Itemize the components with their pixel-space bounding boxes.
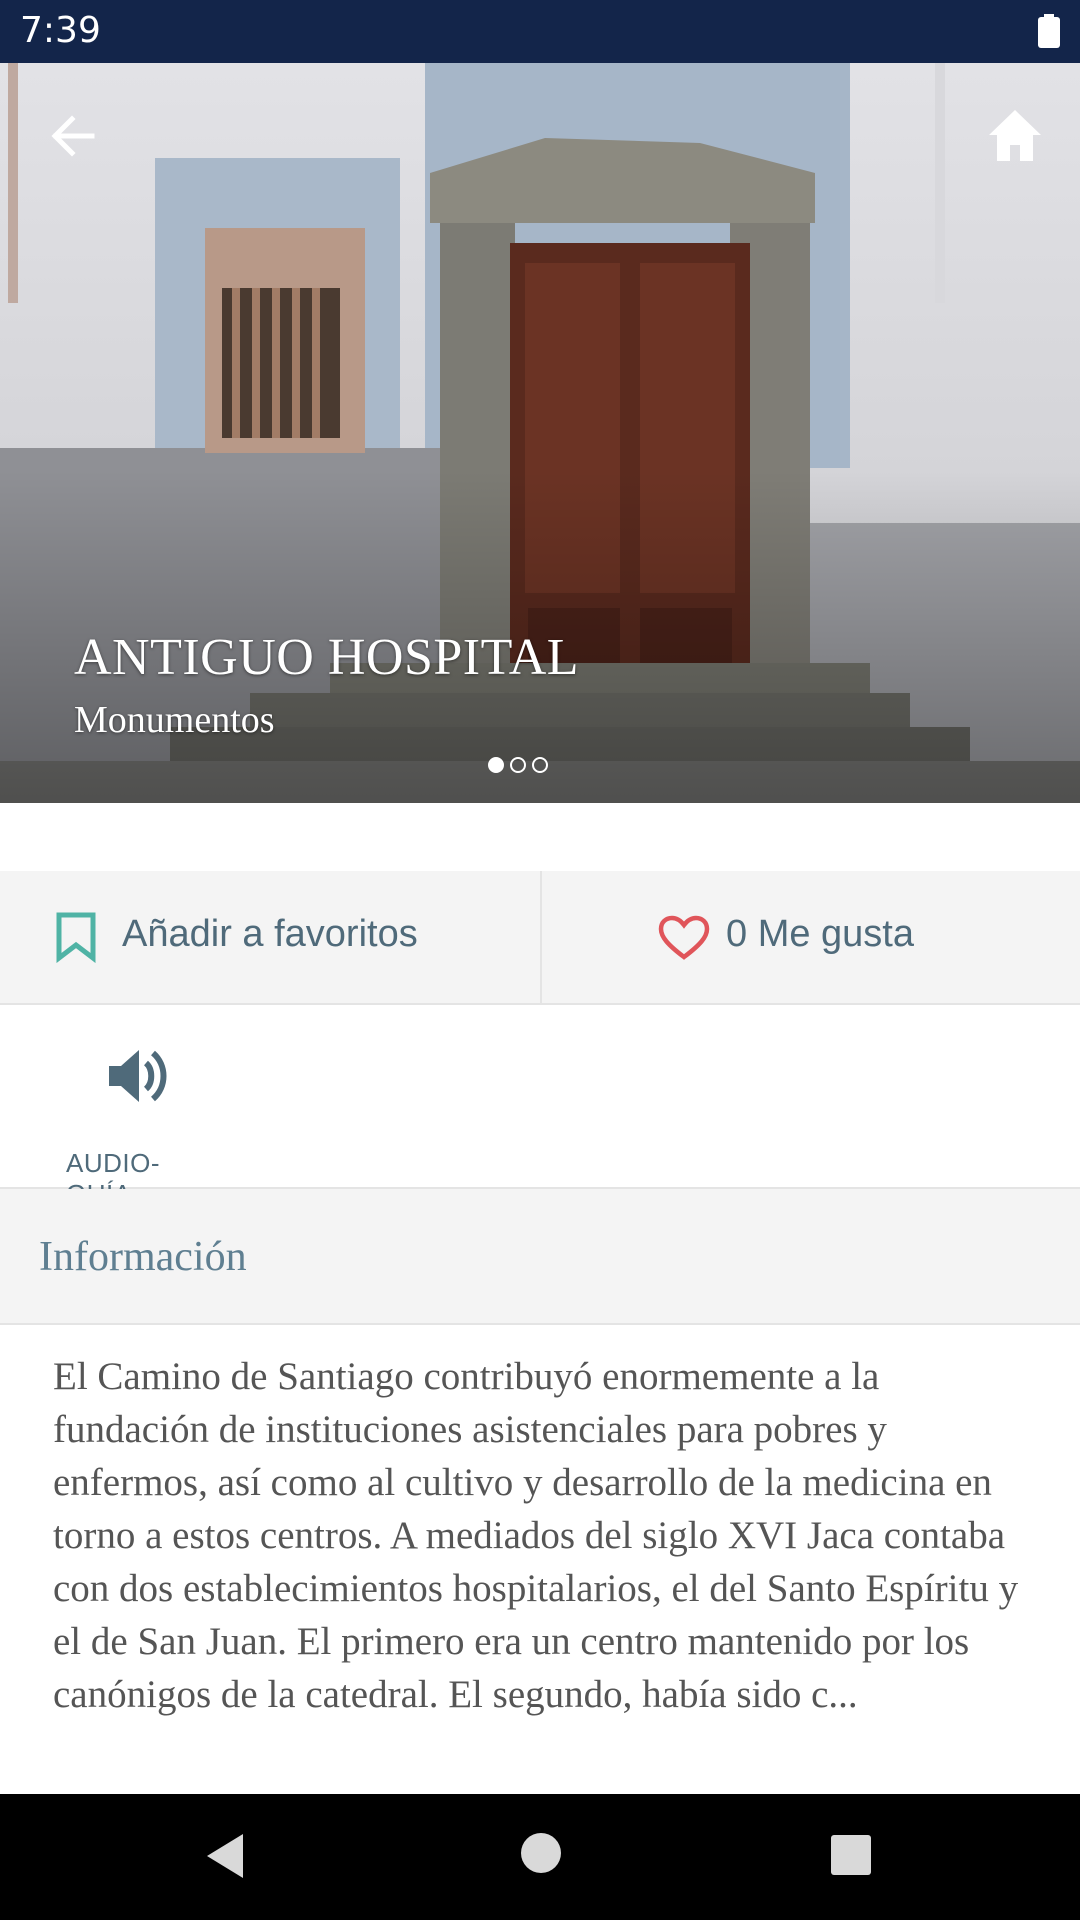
info-description: El Camino de Santiago contribuyó enormem… [53, 1355, 1019, 1716]
speaker-icon [109, 1050, 167, 1102]
audio-guide-button[interactable]: AUDIO-GUÍA [60, 1035, 220, 1209]
add-favorite-label: Añadir a favoritos [122, 913, 418, 955]
battery-icon [1038, 14, 1060, 48]
nav-home-icon[interactable] [519, 1831, 563, 1875]
heart-icon [658, 915, 710, 960]
place-title: ANTIGUO HOSPITAL [74, 629, 580, 686]
status-time: 7:39 [20, 10, 101, 51]
carousel-indicator [488, 757, 548, 773]
nav-back-icon[interactable] [203, 1831, 247, 1881]
like-button[interactable]: 0 Me gusta [542, 871, 1080, 1003]
hero-image-carousel[interactable]: ANTIGUO HOSPITAL Monumentos [0, 63, 1080, 803]
bookmark-icon [56, 912, 96, 963]
media-section: AUDIO-GUÍA [0, 1005, 1080, 1209]
system-nav-bar [0, 1794, 1080, 1920]
carousel-dot[interactable] [510, 757, 526, 773]
carousel-dot[interactable] [532, 757, 548, 773]
back-arrow-icon[interactable] [48, 111, 98, 161]
info-heading: Información [39, 1234, 247, 1280]
carousel-dot[interactable] [488, 757, 504, 773]
monument-photo [0, 63, 1080, 803]
info-section-header: Información [0, 1189, 1080, 1325]
like-count-label: 0 Me gusta [726, 913, 914, 955]
nav-recent-apps-icon[interactable] [830, 1834, 872, 1876]
add-favorite-button[interactable]: Añadir a favoritos [0, 871, 540, 1003]
place-category: Monumentos [74, 699, 275, 741]
action-bar: Añadir a favoritos 0 Me gusta [0, 871, 1080, 1005]
status-bar: 7:39 [0, 0, 1080, 63]
home-icon[interactable] [986, 107, 1044, 165]
